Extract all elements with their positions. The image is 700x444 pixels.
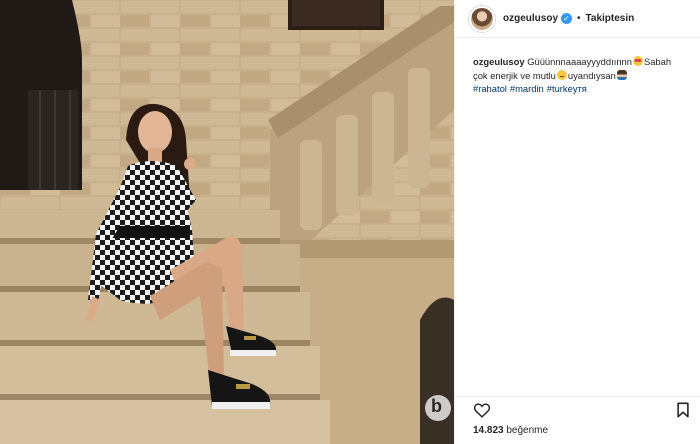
- hashtag-link[interactable]: #rahatol: [473, 83, 507, 94]
- photo-scene: [0, 0, 454, 444]
- post-side-panel: ozgeulusoy ✓ • Takiptesin ozgeulusoy Güü…: [454, 0, 700, 444]
- like-count-label: beğenme: [506, 425, 549, 436]
- caption-username[interactable]: ozgeulusoy: [473, 56, 525, 67]
- post-header: ozgeulusoy ✓ • Takiptesin: [455, 0, 700, 38]
- heart-eyes-emoji-icon: [632, 56, 643, 66]
- verified-badge-icon: ✓: [561, 13, 573, 24]
- hashtag-link[interactable]: #mardin: [510, 83, 544, 94]
- post-photo[interactable]: b: [0, 0, 454, 444]
- hashtag-link[interactable]: #turkeyтя: [547, 83, 587, 94]
- person-emoji-icon: [616, 69, 627, 80]
- caption-text-part1: Güüünnnaaaayyyddıınnn: [527, 56, 632, 67]
- hashtag-list: #rahatol #mardin #turkeyтя: [473, 82, 686, 96]
- avatar[interactable]: [469, 5, 495, 32]
- watermark-logo: b: [431, 396, 442, 416]
- following-button[interactable]: Takiptesin: [586, 13, 635, 24]
- header-separator: •: [577, 13, 581, 24]
- post-caption: ozgeulusoy Güüünnnaaaayyyddıınnn Sabah ço…: [455, 38, 700, 96]
- smirk-emoji-icon: [556, 69, 567, 80]
- like-count-number: 14.823: [473, 425, 504, 436]
- header-username[interactable]: ozgeulusoy: [503, 13, 558, 24]
- caption-text-part3: uyandıysan: [567, 69, 616, 81]
- heart-icon[interactable]: [473, 402, 491, 418]
- bookmark-icon[interactable]: [676, 402, 690, 418]
- like-count[interactable]: 14.823 beğenme: [473, 425, 548, 436]
- post-actions: [455, 396, 700, 422]
